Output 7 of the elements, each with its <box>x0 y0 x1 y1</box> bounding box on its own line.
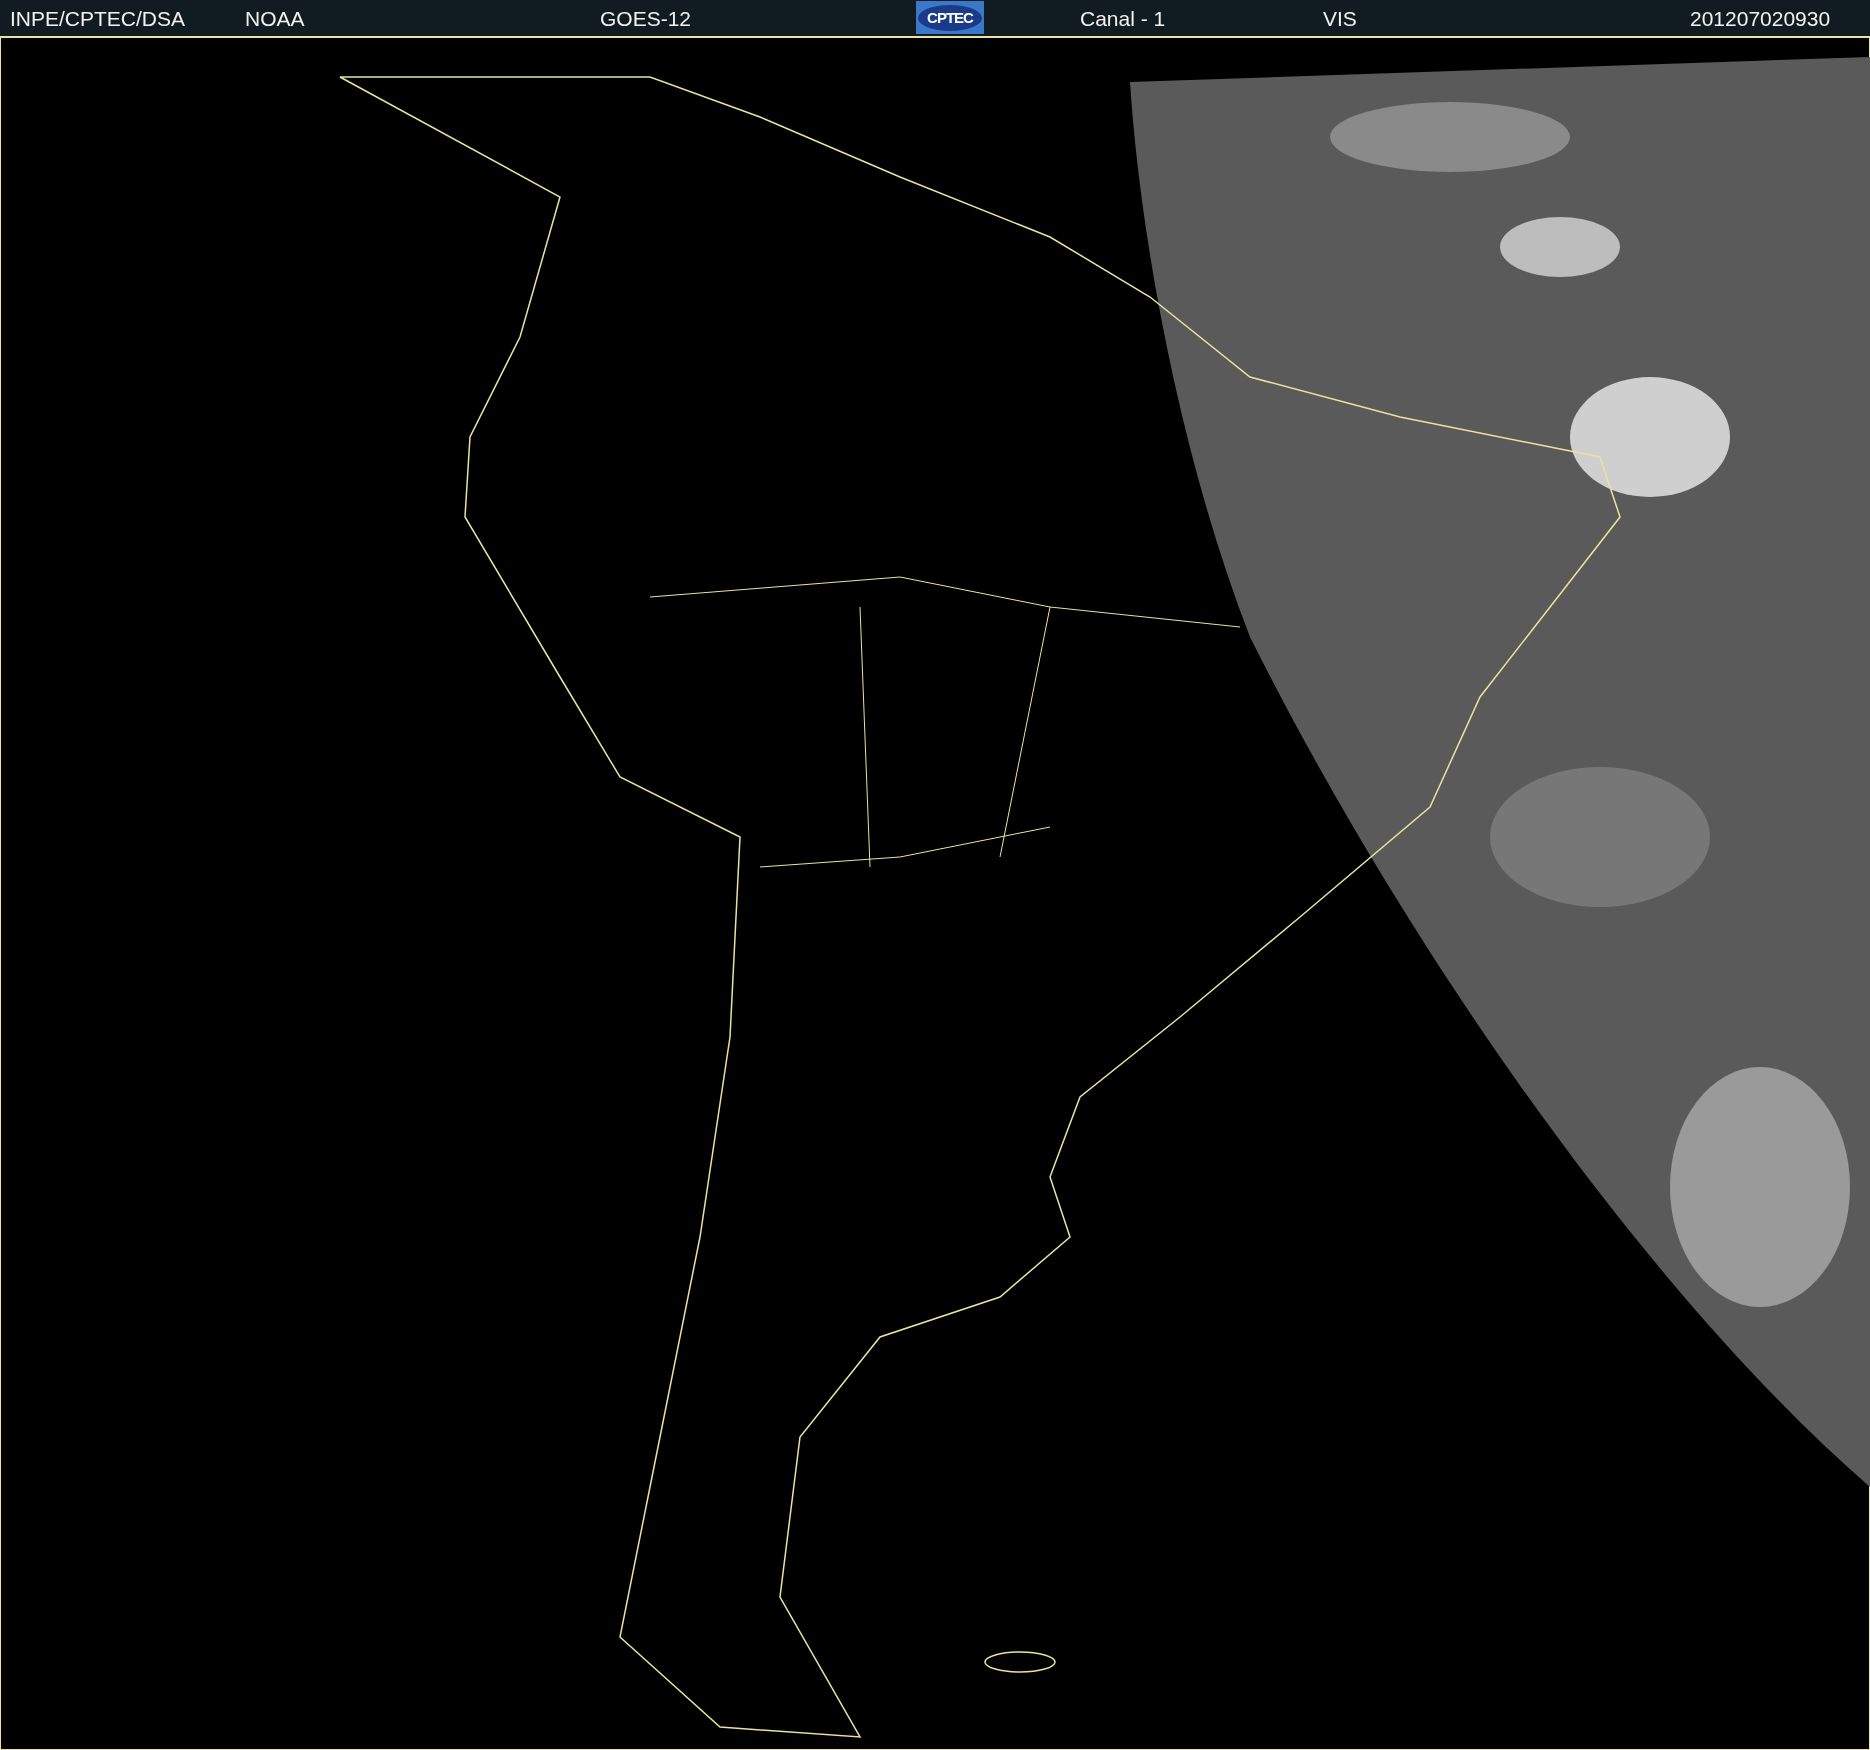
header-label: VIS <box>1323 7 1357 31</box>
header-label: NOAA <box>245 7 305 31</box>
header-label: 201207020930 <box>1690 7 1831 31</box>
header-label: INPE/CPTEC/DSA <box>10 7 186 31</box>
agency-logo: CPTEC <box>916 1 984 34</box>
header-label: GOES-12 <box>600 7 692 31</box>
header-label: Canal - 1 <box>1080 7 1166 31</box>
